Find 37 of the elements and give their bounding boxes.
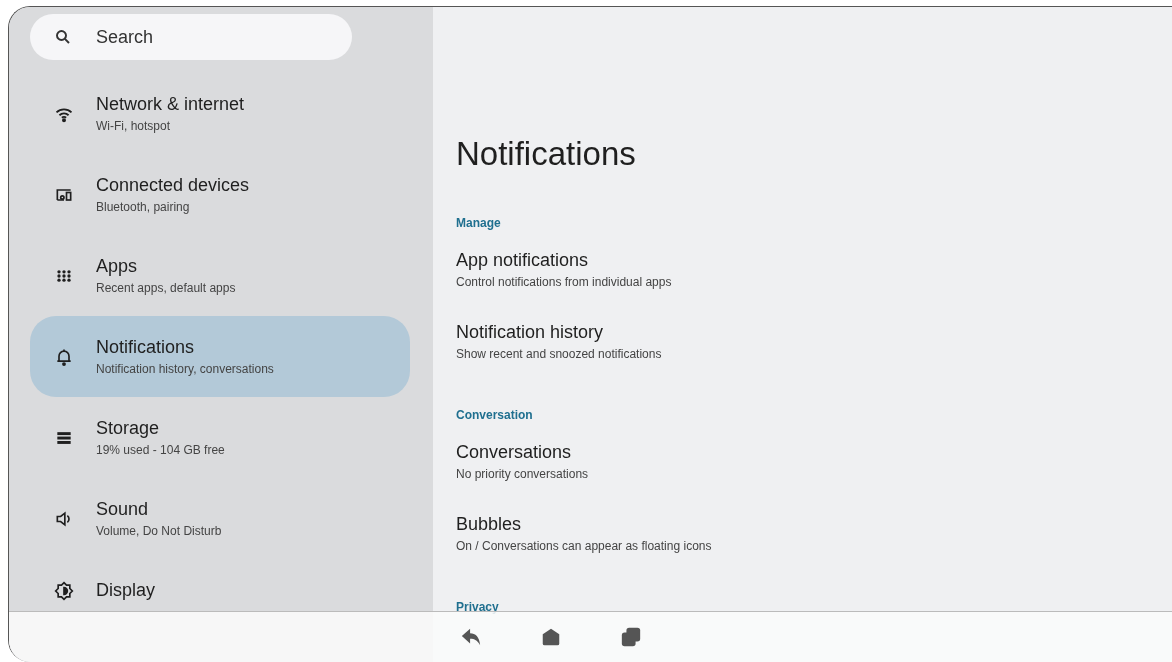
item-title: Connected devices	[96, 175, 250, 196]
setting-title[interactable]: Notification history	[456, 322, 1172, 343]
item-subtitle: Wi-Fi, hotspot	[96, 119, 171, 133]
item-title: Sound	[96, 499, 150, 520]
setting-title[interactable]: Conversations	[456, 442, 1172, 463]
sidebar-item[interactable]: Storage 19% used - 104 GB free	[30, 418, 410, 457]
sidebar-item[interactable]: Network & internet Wi-Fi, hotspot	[30, 94, 410, 133]
sidebar-item[interactable]: Notifications Notification history, conversations	[30, 316, 410, 397]
setting-subtitle: Show recent and snoozed notifications	[456, 347, 663, 361]
search-icon	[54, 28, 72, 46]
page-title: Notifications	[456, 135, 637, 173]
search-field[interactable]: Search	[30, 14, 352, 60]
section-header: Manage	[456, 216, 502, 230]
setting-title[interactable]: App notifications	[456, 250, 1172, 271]
recents-icon[interactable]	[619, 626, 642, 648]
item-subtitle: Bluetooth, pairing	[96, 200, 191, 214]
item-subtitle: Notification history, conversations	[96, 362, 274, 376]
sidebar-item[interactable]: Sound Volume, Do Not Disturb	[30, 499, 410, 538]
sidebar-item[interactable]: Connected devices Bluetooth, pairing	[30, 175, 410, 214]
sidebar-item[interactable]: Display	[30, 580, 410, 601]
setting-title[interactable]: Bubbles	[456, 514, 1172, 535]
section-header: Conversation	[456, 408, 534, 422]
search-placeholder: Search	[96, 26, 154, 48]
setting-subtitle: No priority conversations	[456, 467, 590, 481]
section-header: Privacy	[456, 600, 500, 614]
item-title: Storage	[96, 418, 161, 439]
item-title: Network & internet	[96, 94, 245, 115]
item-subtitle: 19% used - 104 GB free	[96, 443, 225, 457]
sidebar-item[interactable]: Apps Recent apps, default apps	[30, 256, 410, 295]
setting-subtitle: Control notifications from individual apps	[456, 275, 673, 289]
item-title: Display	[96, 580, 156, 601]
item-title: Notifications	[96, 337, 196, 358]
brightness-icon	[54, 580, 74, 601]
item-subtitle: Volume, Do Not Disturb	[96, 524, 222, 538]
setting-subtitle: On / Conversations can appear as floating icons	[456, 539, 713, 553]
item-title: Apps	[96, 256, 139, 277]
item-subtitle: Recent apps, default apps	[96, 281, 236, 295]
